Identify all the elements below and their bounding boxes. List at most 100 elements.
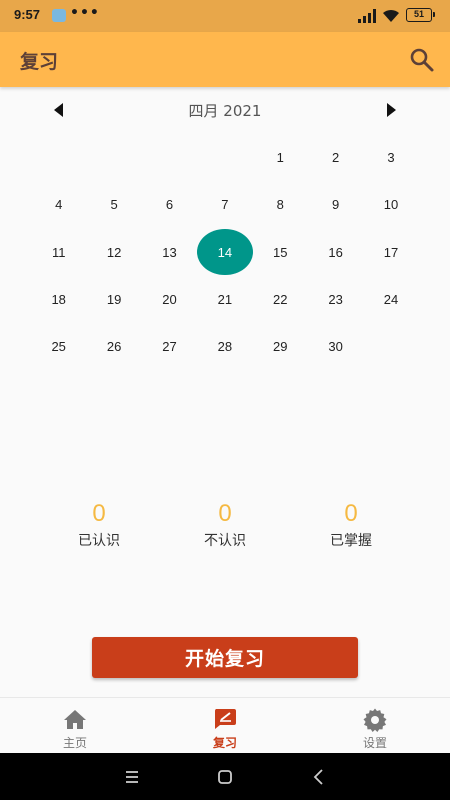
calendar-day-label: 16 [328,244,343,260]
signal-icon [358,9,376,23]
calendar-day-label: 9 [332,197,340,213]
stat-unknown-label: 不认识 [204,533,246,549]
calendar-day-label: 1 [276,150,284,166]
calendar-day-label: 27 [162,339,177,355]
stat-mastered-value: 0 [344,500,358,527]
nav-item-review[interactable]: 复习 [150,698,300,754]
calendar-day-label: 11 [51,244,66,260]
calendar-day[interactable]: 17 [363,229,418,276]
calendar-day[interactable]: 4 [31,181,86,228]
calendar-day[interactable]: 16 [308,229,363,276]
system-navigation-bar [0,753,450,800]
nav-label-settings: 设置 [362,736,387,750]
calendar-day[interactable]: 24 [363,276,418,323]
calendar-day-label: 29 [273,339,288,355]
calendar-day[interactable]: 1 [253,134,308,181]
calendar-day[interactable]: 11 [31,229,86,276]
calendar-day[interactable]: 7 [197,181,252,228]
calendar-day[interactable]: 23 [308,276,363,323]
calendar-day[interactable]: 6 [142,181,197,228]
stat-unknown: 0 不认识 [170,500,280,550]
calendar-day[interactable]: 8 [253,181,308,228]
chevron-right-icon[interactable] [382,98,400,122]
calendar-day-label: 28 [217,339,233,355]
calendar-day-label: 19 [106,292,122,308]
calendar-grid: 1 2 3 4 5 6 7 8 9 10 11 12 13 14 15 16 17 18 19 20 21 22 23 24 2… [31,134,419,370]
calendar-blank-cell [86,134,141,181]
notification-icon [52,9,66,22]
calendar-day[interactable]: 29 [253,323,308,370]
stat-unknown-value: 0 [218,500,232,527]
menu-icon[interactable] [121,766,143,788]
review-stats: 0 已认识 0 不认识 0 已掌握 [0,500,450,560]
calendar-day-label: 10 [383,197,399,213]
home-button-icon[interactable] [214,766,236,788]
status-bar: 9:57 ••• 51 [0,0,450,32]
battery-icon: 51 [406,8,435,22]
calendar-day-label: 15 [273,244,288,260]
back-icon[interactable] [308,766,330,788]
start-review-button[interactable]: 开始复习 [92,637,358,678]
calendar-day-label: 14 [197,229,253,276]
bottom-navigation: 主页 复习 设置 [0,697,450,753]
calendar-day-selected[interactable]: 14 [197,229,253,276]
calendar-day[interactable]: 3 [363,134,418,181]
calendar-day-label: 6 [165,197,174,213]
wifi-icon [383,9,399,22]
calendar-day-label: 4 [55,197,63,213]
stat-mastered-label: 已掌握 [330,533,372,549]
calendar-day-label: 8 [276,197,284,213]
calendar-day[interactable]: 9 [308,181,363,228]
calendar-day[interactable]: 12 [86,229,141,276]
calendar-day-label: 3 [387,150,395,166]
calendar-day[interactable]: 28 [197,323,252,370]
calendar-day[interactable]: 22 [253,276,308,323]
calendar-day-label: 17 [383,244,399,260]
calendar-day[interactable]: 15 [253,229,308,276]
review-icon [214,709,236,729]
calendar-day[interactable]: 10 [363,181,418,228]
calendar-day-label: 24 [383,292,399,308]
calendar-day-label: 12 [106,244,122,260]
calendar-day-label: 13 [162,244,177,260]
nav-label-home: 主页 [62,736,87,750]
app-bar: 复习 [0,32,450,87]
calendar-day[interactable]: 25 [31,323,86,370]
calendar-day-label: 18 [51,292,66,308]
calendar-day[interactable]: 26 [86,323,141,370]
page-title: 复习 [20,51,59,73]
nav-label-review: 复习 [212,736,237,750]
calendar-day-label: 21 [217,292,233,308]
calendar-day[interactable]: 27 [142,323,197,370]
stat-known: 0 已认识 [44,500,154,550]
calendar-day-label: 30 [328,339,343,355]
calendar-day-label: 25 [51,339,66,355]
calendar-day[interactable]: 19 [86,276,141,323]
calendar-blank-cell [31,134,86,181]
calendar-blank-cell [197,134,252,181]
calendar-header: 四月 2021 [0,96,450,124]
stat-known-label: 已认识 [78,533,120,549]
calendar-day[interactable]: 20 [142,276,197,323]
calendar-day[interactable]: 5 [86,181,141,228]
calendar-day[interactable]: 18 [31,276,86,323]
calendar-day-label: 2 [332,150,340,166]
calendar-day[interactable]: 13 [142,229,197,276]
stat-known-value: 0 [92,500,106,527]
stat-mastered: 0 已掌握 [296,500,406,550]
status-time: 9:57 [14,7,41,22]
calendar-day[interactable]: 30 [308,323,363,370]
home-icon [64,710,86,729]
nav-item-settings[interactable]: 设置 [300,698,450,754]
search-icon[interactable] [408,46,436,74]
calendar-day-label: 20 [162,292,177,308]
calendar-day-label: 22 [273,292,288,308]
calendar-day-label: 23 [328,292,343,308]
nav-item-home[interactable]: 主页 [0,698,150,754]
calendar-day-label: 5 [110,197,118,213]
calendar-day-label: 26 [106,339,122,355]
calendar-day[interactable]: 21 [197,276,252,323]
gear-icon [363,708,387,732]
calendar-blank-cell [142,134,197,181]
calendar-day[interactable]: 2 [308,134,363,181]
